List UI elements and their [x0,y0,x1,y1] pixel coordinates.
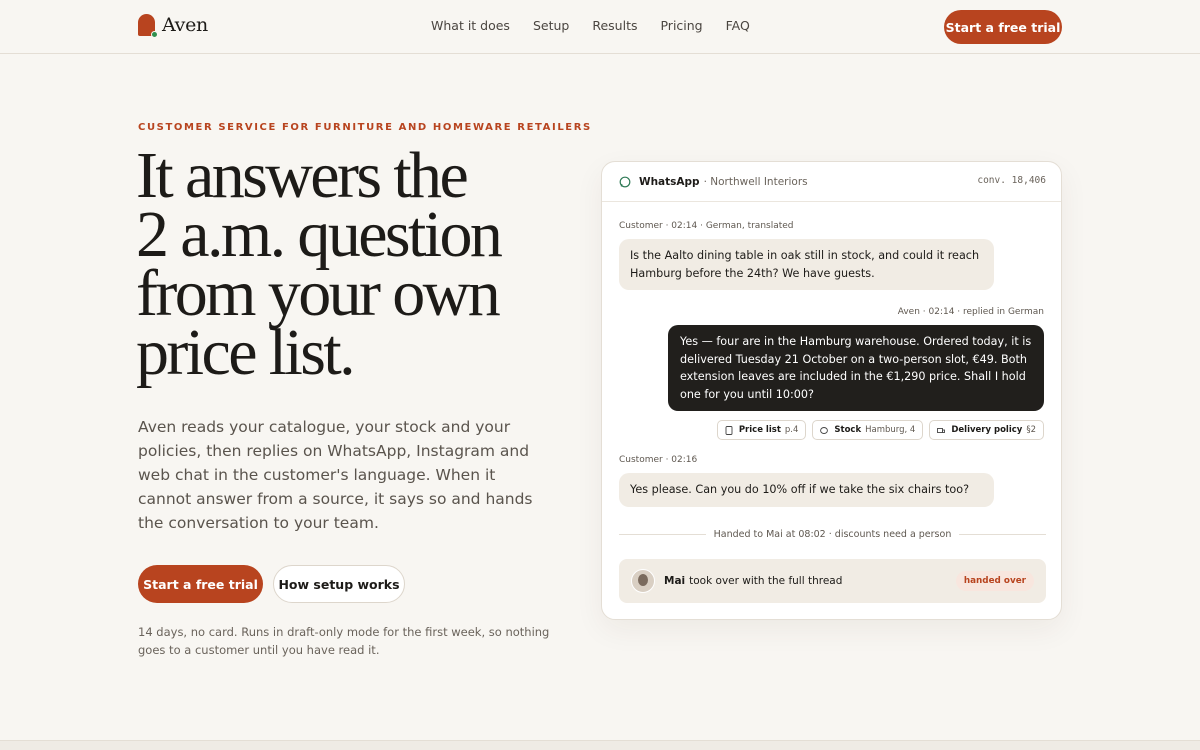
brand-logo[interactable]: Aven [138,14,208,38]
hero-description: Aven reads your catalogue, your stock an… [138,418,533,532]
hero-headline: It answers the 2 a.m. question from your… [136,139,576,389]
agent-avatar [631,569,655,593]
customer-message: Yes please. Can you do 10% off if we tak… [619,473,994,507]
top-nav: Aven What it does Setup Results Pricing … [0,0,1200,54]
headline-line: from your own [136,257,501,330]
hero-eyebrow: CUSTOMER SERVICE FOR FURNITURE AND HOMEW… [138,122,592,133]
nav-link-faq[interactable]: FAQ [726,18,750,33]
status-badge: handed over [955,571,1034,591]
nav-link-what-it-does[interactable]: What it does [431,18,510,33]
source-chips: Price list p.4 Stock Hamburg, 4 Delivery p… [716,420,1044,440]
brand-name: Aven [162,14,208,36]
nav-trial-button[interactable]: Start a free trial [944,10,1062,44]
message-meta: Customer · 02:16 [619,455,698,465]
document-icon [725,425,733,435]
next-section-edge [0,740,1200,750]
takeover-text: took over with the full thread [689,575,843,587]
trial-fine-print: 14 days, no card. Runs in draft-only mod… [138,625,550,657]
agent-name: Mai [664,575,686,587]
message-meta: Customer · 02:14 · German, translated [619,221,794,231]
nav-links: What it does Setup Results Pricing FAQ [431,18,773,33]
database-icon [820,426,829,434]
chat-preview-card: WhatsApp · Northwell Interiors conv. 18,… [601,161,1062,620]
handoff-divider: Handed to Mai at 08:02 · discounts need … [619,527,1046,541]
source-chip-delivery-policy[interactable]: Delivery policy §2 [929,420,1044,440]
start-trial-button[interactable]: Start a free trial [138,565,263,603]
store-name: · Northwell Interiors [703,175,808,188]
channel-name: WhatsApp [639,175,700,188]
nav-link-results[interactable]: Results [592,18,637,33]
message-meta: Aven · 02:14 · replied in German [897,307,1044,317]
nav-link-pricing[interactable]: Pricing [660,18,702,33]
chat-header: WhatsApp · Northwell Interiors conv. 18,… [602,162,1061,202]
conversation-id: conv. 18,406 [977,175,1046,186]
headline-line: It answers the [136,139,469,212]
headline-line: price list. [136,316,356,389]
takeover-row: Mai took over with the full thread hande… [619,559,1046,603]
logo-mark-icon [138,14,158,38]
handoff-note: Handed to Mai at 08:02 · discounts need … [713,528,952,540]
how-setup-works-button[interactable]: How setup works [273,565,405,603]
aven-reply: Yes — four are in the Hamburg warehouse.… [668,325,1044,411]
headline-line: 2 a.m. question [136,198,503,271]
whatsapp-icon [619,176,631,187]
truck-icon [937,427,946,433]
source-chip-price-list[interactable]: Price list p.4 [716,420,807,440]
source-chip-stock[interactable]: Stock Hamburg, 4 [812,420,924,440]
customer-message: Is the Aalto dining table in oak still i… [619,239,994,290]
nav-link-setup[interactable]: Setup [533,18,569,33]
